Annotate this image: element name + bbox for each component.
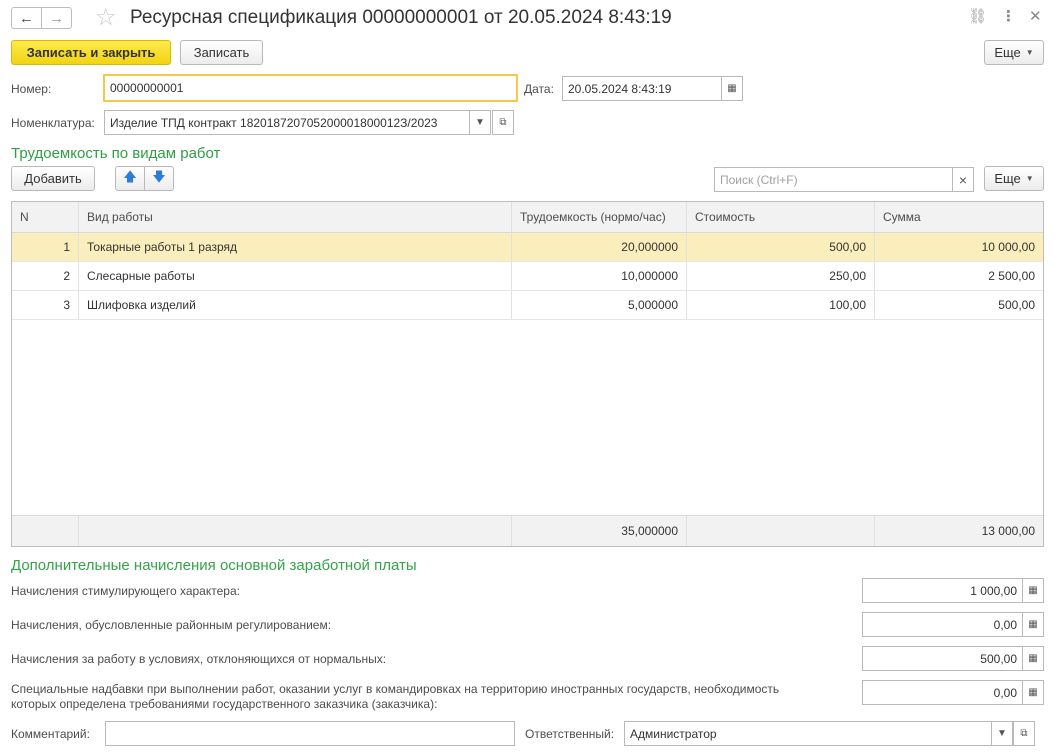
special-label-line1: Специальные надбавки при выполнении рабо…	[11, 682, 780, 696]
table-row[interactable]: 2 Слесарные работы 10,000000 250,00 2 50…	[12, 262, 1043, 291]
stimulating-field[interactable]: 1 000,00	[862, 578, 1023, 603]
labor-table: N Вид работы Трудоемкость (нормо/час) Ст…	[11, 201, 1044, 547]
arrow-up-icon: 🡅	[123, 168, 137, 184]
special-field[interactable]: 0,00	[862, 680, 1023, 705]
total-labor: 35,000000	[512, 516, 687, 546]
column-header-work[interactable]: Вид работы	[79, 202, 512, 232]
sum: 2 500,00	[988, 269, 1035, 283]
regional-label: Начисления, обусловленные районным регул…	[11, 618, 332, 632]
abnormal-field[interactable]: 500,00	[862, 646, 1023, 671]
open-icon[interactable]: ⧉	[492, 110, 514, 135]
column-header-n[interactable]: N	[12, 202, 79, 232]
comment-label: Комментарий:	[11, 727, 90, 741]
column-header-sum[interactable]: Сумма	[875, 202, 1043, 232]
work-type: Токарные работы 1 разряд	[79, 233, 512, 261]
page-title: Ресурсная спецификация 00000000001 от 20…	[130, 7, 672, 28]
labor-hours: 20,000000	[512, 233, 687, 261]
labor-section-title: Трудоемкость по видам работ	[11, 145, 221, 162]
link-icon[interactable]: ⛓	[968, 7, 987, 27]
total-sum: 13 000,00	[981, 524, 1035, 538]
number-label: Номер:	[11, 82, 52, 96]
labor-hours: 5,000000	[512, 291, 687, 319]
column-header-cost[interactable]: Стоимость	[687, 202, 875, 232]
responsible-field[interactable]: Администратор	[624, 721, 992, 746]
save-button[interactable]: Записать	[180, 40, 263, 65]
more-vertical-icon[interactable]: ⋮	[1001, 7, 1016, 27]
add-button[interactable]: Добавить	[11, 166, 95, 191]
clear-search-icon[interactable]: ×	[952, 167, 974, 192]
extra-section-title: Дополнительные начисления основной зараб…	[11, 557, 417, 574]
nomenclature-label: Номенклатура:	[11, 116, 95, 130]
comment-field[interactable]	[105, 721, 515, 746]
row-number: 3	[12, 291, 79, 319]
responsible-label: Ответственный:	[525, 727, 615, 741]
close-icon[interactable]: ✕	[1029, 7, 1042, 27]
abnormal-label: Начисления за работу в условиях, отклоня…	[11, 652, 387, 666]
footer-empty	[79, 516, 512, 546]
footer-empty	[687, 516, 875, 546]
footer-empty	[12, 516, 79, 546]
row-number: 1	[12, 233, 79, 261]
caret-down-icon: ▼	[1025, 48, 1034, 57]
cost: 250,00	[687, 262, 875, 290]
forward-button[interactable]: →	[41, 7, 72, 29]
regional-field[interactable]: 0,00	[862, 612, 1023, 637]
table-header: N Вид работы Трудоемкость (нормо/час) Ст…	[12, 202, 1043, 233]
move-up-button[interactable]: 🡅	[115, 166, 145, 191]
date-field[interactable]: 20.05.2024 8:43:19	[562, 76, 722, 101]
stimulating-label: Начисления стимулирующего характера:	[11, 584, 240, 598]
dropdown-icon[interactable]: ▼	[991, 721, 1013, 746]
calendar-icon[interactable]: ▦	[721, 76, 743, 101]
move-down-button[interactable]: 🡇	[144, 166, 174, 191]
table-row[interactable]: 1 Токарные работы 1 разряд 20,000000 500…	[12, 233, 1043, 262]
table-footer: 35,000000 13 000,00	[12, 515, 1043, 546]
date-label: Дата:	[524, 82, 554, 96]
cost: 500,00	[687, 233, 875, 261]
arrow-left-icon: ←	[19, 9, 34, 27]
favorite-star-icon[interactable]: ☆	[95, 5, 117, 31]
number-field[interactable]: 00000000001	[103, 74, 518, 102]
nomenclature-field[interactable]: Изделие ТПД контракт 1820187207052000018…	[104, 110, 470, 135]
search-input[interactable]: Поиск (Ctrl+F)	[714, 167, 953, 192]
calculator-icon[interactable]: ▦	[1022, 612, 1044, 637]
save-and-close-button[interactable]: Записать и закрыть	[11, 40, 171, 65]
work-type: Слесарные работы	[79, 262, 512, 290]
calculator-icon[interactable]: ▦	[1022, 578, 1044, 603]
more-menu-button[interactable]: Еще ▼	[984, 40, 1044, 65]
open-icon[interactable]: ⧉	[1013, 721, 1035, 746]
row-number: 2	[12, 262, 79, 290]
table-row[interactable]: 3 Шлифовка изделий 5,000000 100,00 500,0…	[12, 291, 1043, 320]
more-label: Еще	[994, 45, 1021, 60]
labor-more-button[interactable]: Еще ▼	[984, 166, 1044, 191]
dropdown-icon[interactable]: ▼	[469, 110, 491, 135]
column-header-labor[interactable]: Трудоемкость (нормо/час)	[512, 202, 687, 232]
caret-down-icon: ▼	[1025, 174, 1034, 183]
arrow-down-icon: 🡇	[152, 168, 166, 184]
calculator-icon[interactable]: ▦	[1022, 646, 1044, 671]
sum: 10 000,00	[981, 240, 1035, 254]
arrow-right-icon: →	[49, 9, 64, 27]
back-button[interactable]: ←	[11, 7, 42, 29]
special-label-line2: которых определена требованиями государс…	[11, 697, 438, 711]
work-type: Шлифовка изделий	[79, 291, 512, 319]
cost: 100,00	[687, 291, 875, 319]
labor-hours: 10,000000	[512, 262, 687, 290]
sum: 500,00	[998, 298, 1035, 312]
labor-more-label: Еще	[994, 171, 1021, 186]
calculator-icon[interactable]: ▦	[1022, 680, 1044, 705]
